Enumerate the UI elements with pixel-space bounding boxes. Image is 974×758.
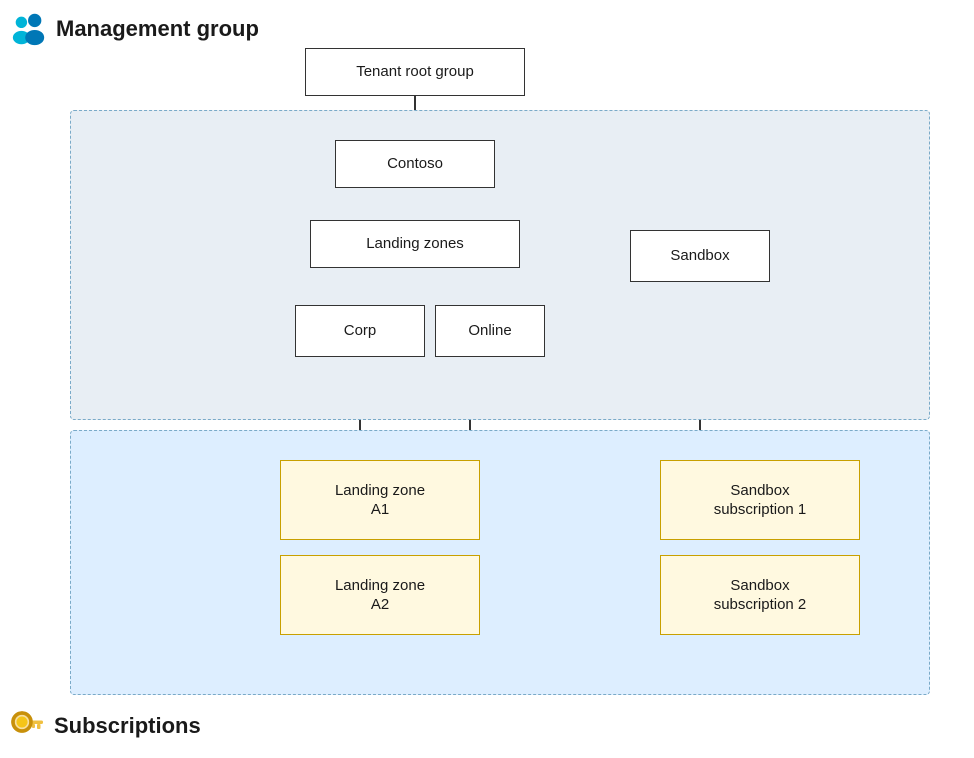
box-contoso: Contoso (335, 140, 495, 188)
key-icon (10, 708, 46, 744)
box-sandbox: Sandbox (630, 230, 770, 282)
diagram-container: Management group Tenant root group Conto… (0, 0, 974, 758)
box-lz-a1: Landing zoneA1 (280, 460, 480, 540)
box-tenant-root: Tenant root group (305, 48, 525, 96)
subs-label: Subscriptions (10, 708, 201, 744)
box-lz-a2: Landing zoneA2 (280, 555, 480, 635)
people-icon (10, 10, 48, 48)
mgmt-label: Management group (10, 10, 259, 48)
box-corp: Corp (295, 305, 425, 357)
box-sandbox-sub1: Sandboxsubscription 1 (660, 460, 860, 540)
box-landing-zones: Landing zones (310, 220, 520, 268)
box-sandbox-sub2: Sandboxsubscription 2 (660, 555, 860, 635)
box-online: Online (435, 305, 545, 357)
